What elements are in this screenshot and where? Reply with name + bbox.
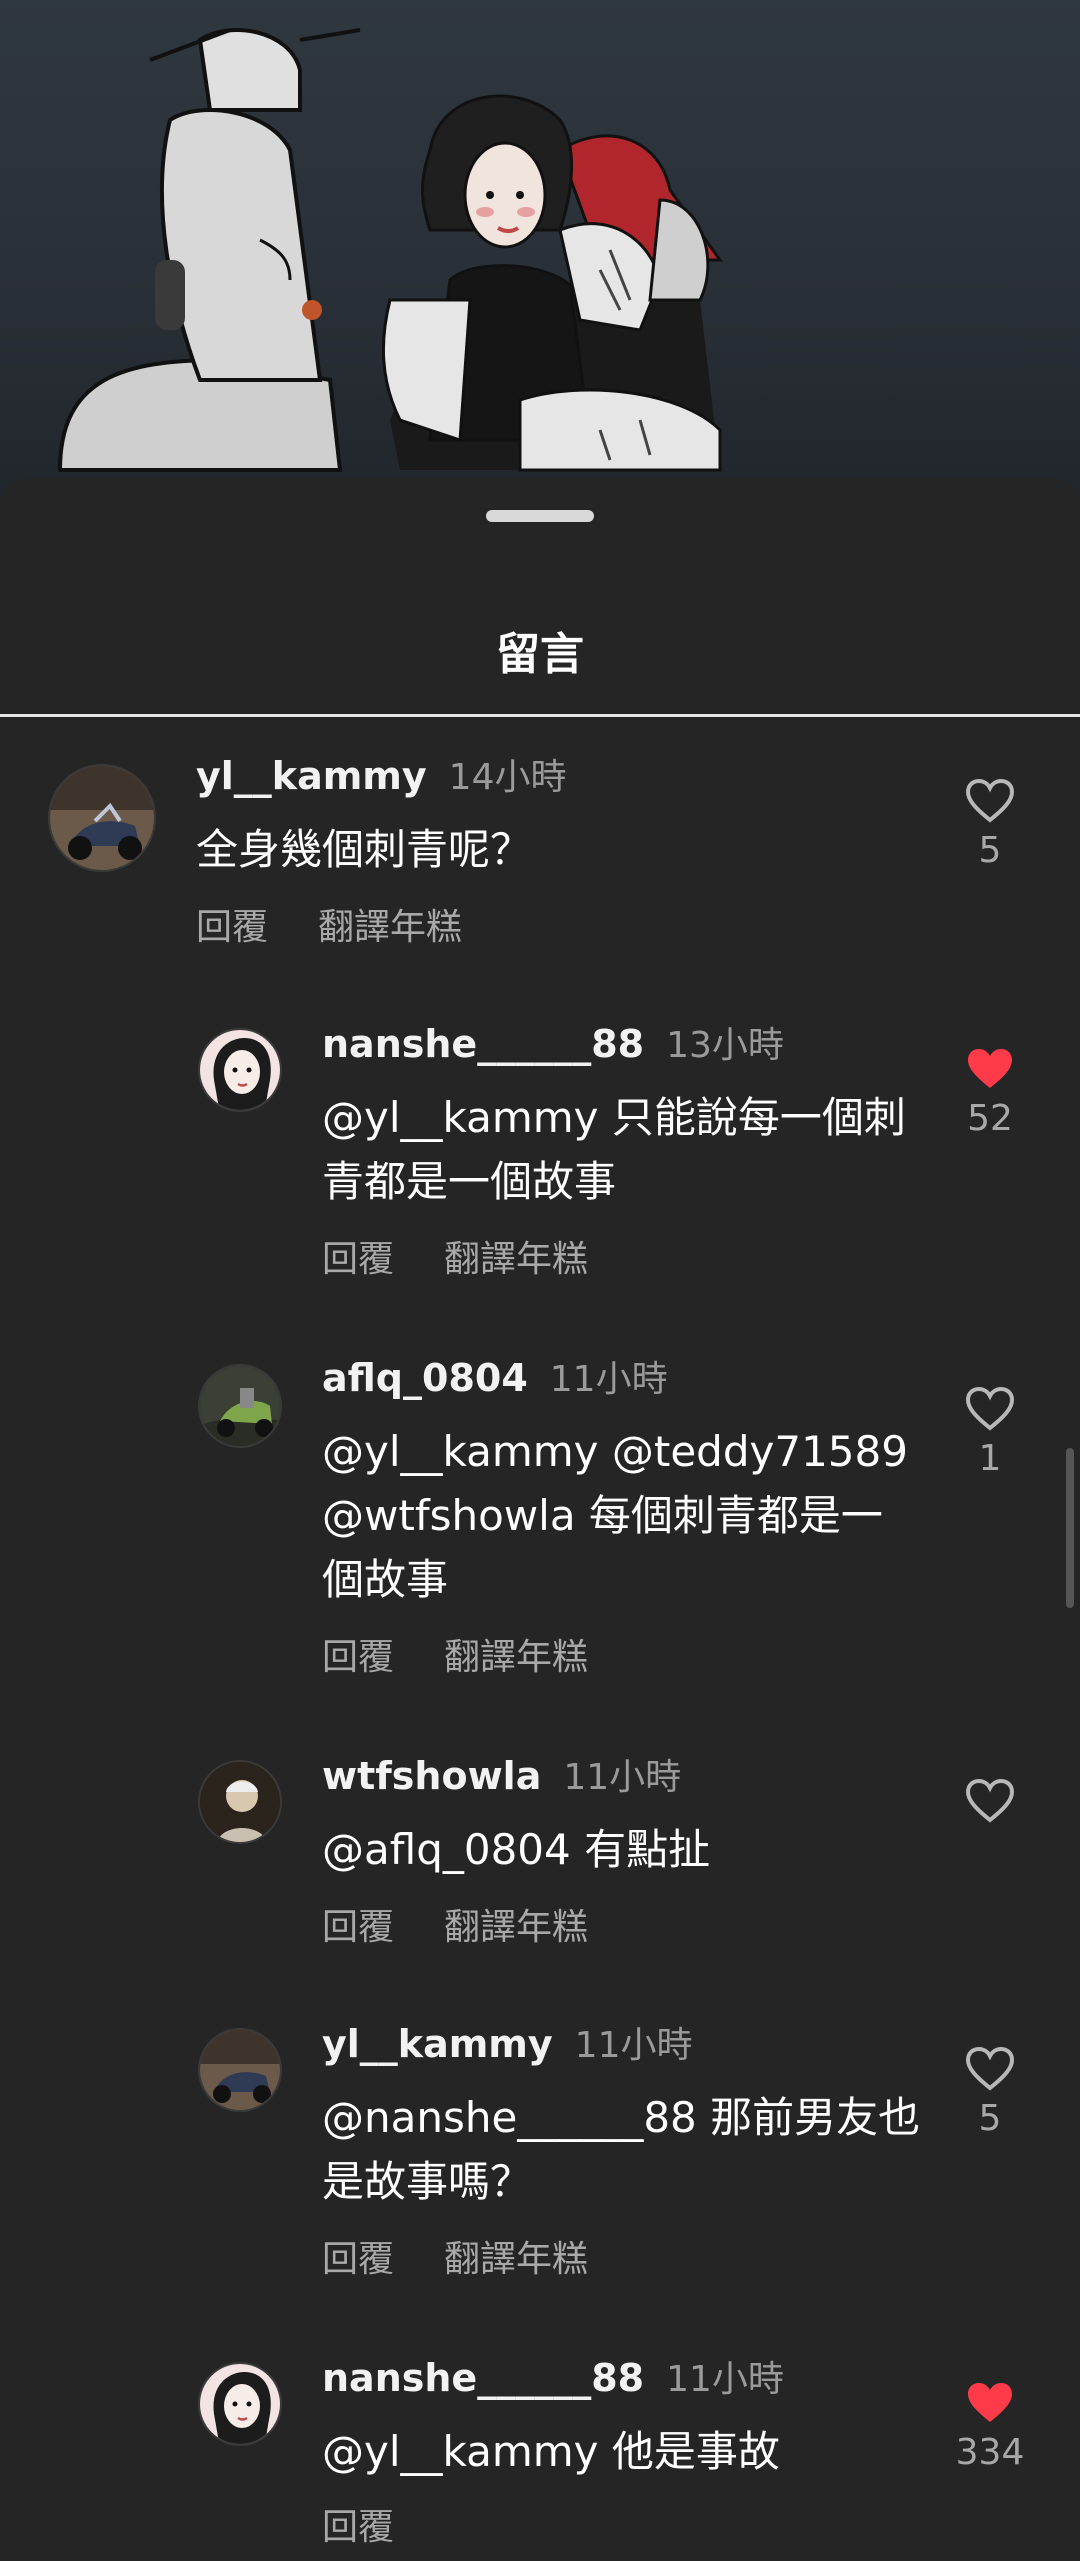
username[interactable]: yl__kammy [322, 2022, 553, 2066]
reply-button[interactable]: 回覆 [322, 2239, 394, 2280]
username[interactable]: nanshe______88 [322, 2356, 644, 2400]
timestamp: 14小時 [448, 757, 567, 798]
reply-button[interactable]: 回覆 [196, 907, 268, 948]
comment-text: @yl__kammy @teddy71589 @wtfshowla 每個刺青都是… [322, 1427, 908, 1604]
motorcycle-avatar-icon [200, 2030, 280, 2110]
like-count: 5 [978, 2098, 1002, 2139]
divider [0, 714, 1080, 717]
drag-handle[interactable] [486, 510, 594, 522]
comment-text: @yl__kammy 只能說每一個刺青都是一個故事 [322, 1093, 906, 1206]
like-count: 334 [955, 2432, 1025, 2473]
timestamp: 13小時 [666, 1025, 784, 1066]
comment-text: @nanshe______88 那前男友也是故事嗎？ [322, 2093, 921, 2206]
timestamp: 11小時 [563, 1757, 682, 1798]
like-button[interactable]: 334 [944, 2380, 1036, 2473]
username[interactable]: yl__kammy [196, 754, 427, 798]
avatar[interactable] [198, 1364, 282, 1448]
scrollbar[interactable] [1066, 1448, 1074, 1608]
translate-button[interactable]: 翻譯年糕 [444, 1637, 588, 1678]
sheet-title: 留言 [496, 629, 584, 680]
timestamp: 11小時 [549, 1359, 668, 1400]
translate-button[interactable]: 翻譯年糕 [444, 2239, 588, 2280]
translate-button[interactable]: 翻譯年糕 [444, 1239, 588, 1280]
username[interactable]: aflq_0804 [322, 1356, 528, 1400]
reply-button[interactable]: 回覆 [322, 1907, 394, 1948]
heart-outline-icon [965, 1778, 1015, 1823]
comment-text: @aflq_0804 有點扯 [322, 1825, 711, 1874]
like-button[interactable]: 1 [950, 1386, 1030, 1479]
heart-outline-icon [965, 2046, 1015, 2091]
heart-filled-icon [968, 1049, 1012, 1088]
reply-button[interactable]: 回覆 [322, 1239, 394, 1280]
comment-text: @yl__kammy 他是事故 [322, 2427, 780, 2476]
avatar[interactable] [198, 2362, 282, 2446]
motorcycle-avatar-icon [50, 766, 154, 870]
heart-outline-icon [965, 778, 1015, 823]
like-count: 5 [978, 830, 1002, 871]
girl-avatar-icon [200, 1030, 280, 1110]
username[interactable]: nanshe______88 [322, 1022, 644, 1066]
reply-button[interactable]: 回覆 [322, 2507, 394, 2548]
like-button[interactable]: 5 [950, 778, 1030, 871]
heart-outline-icon [965, 1386, 1015, 1431]
like-count: 52 [967, 1098, 1013, 1139]
timestamp: 11小時 [666, 2359, 784, 2400]
like-button[interactable]: 52 [950, 1046, 1030, 1139]
translate-button[interactable]: 翻譯年糕 [318, 907, 462, 948]
video-preview[interactable] [0, 0, 1080, 500]
reply-button[interactable]: 回覆 [322, 1637, 394, 1678]
avatar[interactable] [198, 1028, 282, 1112]
heart-filled-icon [968, 2383, 1012, 2422]
girl-avatar-icon [200, 2364, 280, 2444]
avatar[interactable] [198, 2028, 282, 2112]
like-button[interactable]: 5 [950, 2046, 1030, 2139]
bike-avatar-icon [200, 1366, 280, 1446]
timestamp: 11小時 [574, 2025, 693, 2066]
person-avatar-icon [200, 1762, 280, 1842]
comment-text: 全身幾個刺青呢？ [196, 825, 533, 874]
like-count: 1 [978, 1438, 1002, 1479]
username[interactable]: wtfshowla [322, 1754, 541, 1798]
avatar[interactable] [198, 1760, 282, 1844]
like-button[interactable] [950, 1778, 1030, 1824]
translate-button[interactable]: 翻譯年糕 [444, 1907, 588, 1948]
avatar[interactable] [48, 764, 156, 872]
scooter-girl-illustration [57, 28, 723, 472]
